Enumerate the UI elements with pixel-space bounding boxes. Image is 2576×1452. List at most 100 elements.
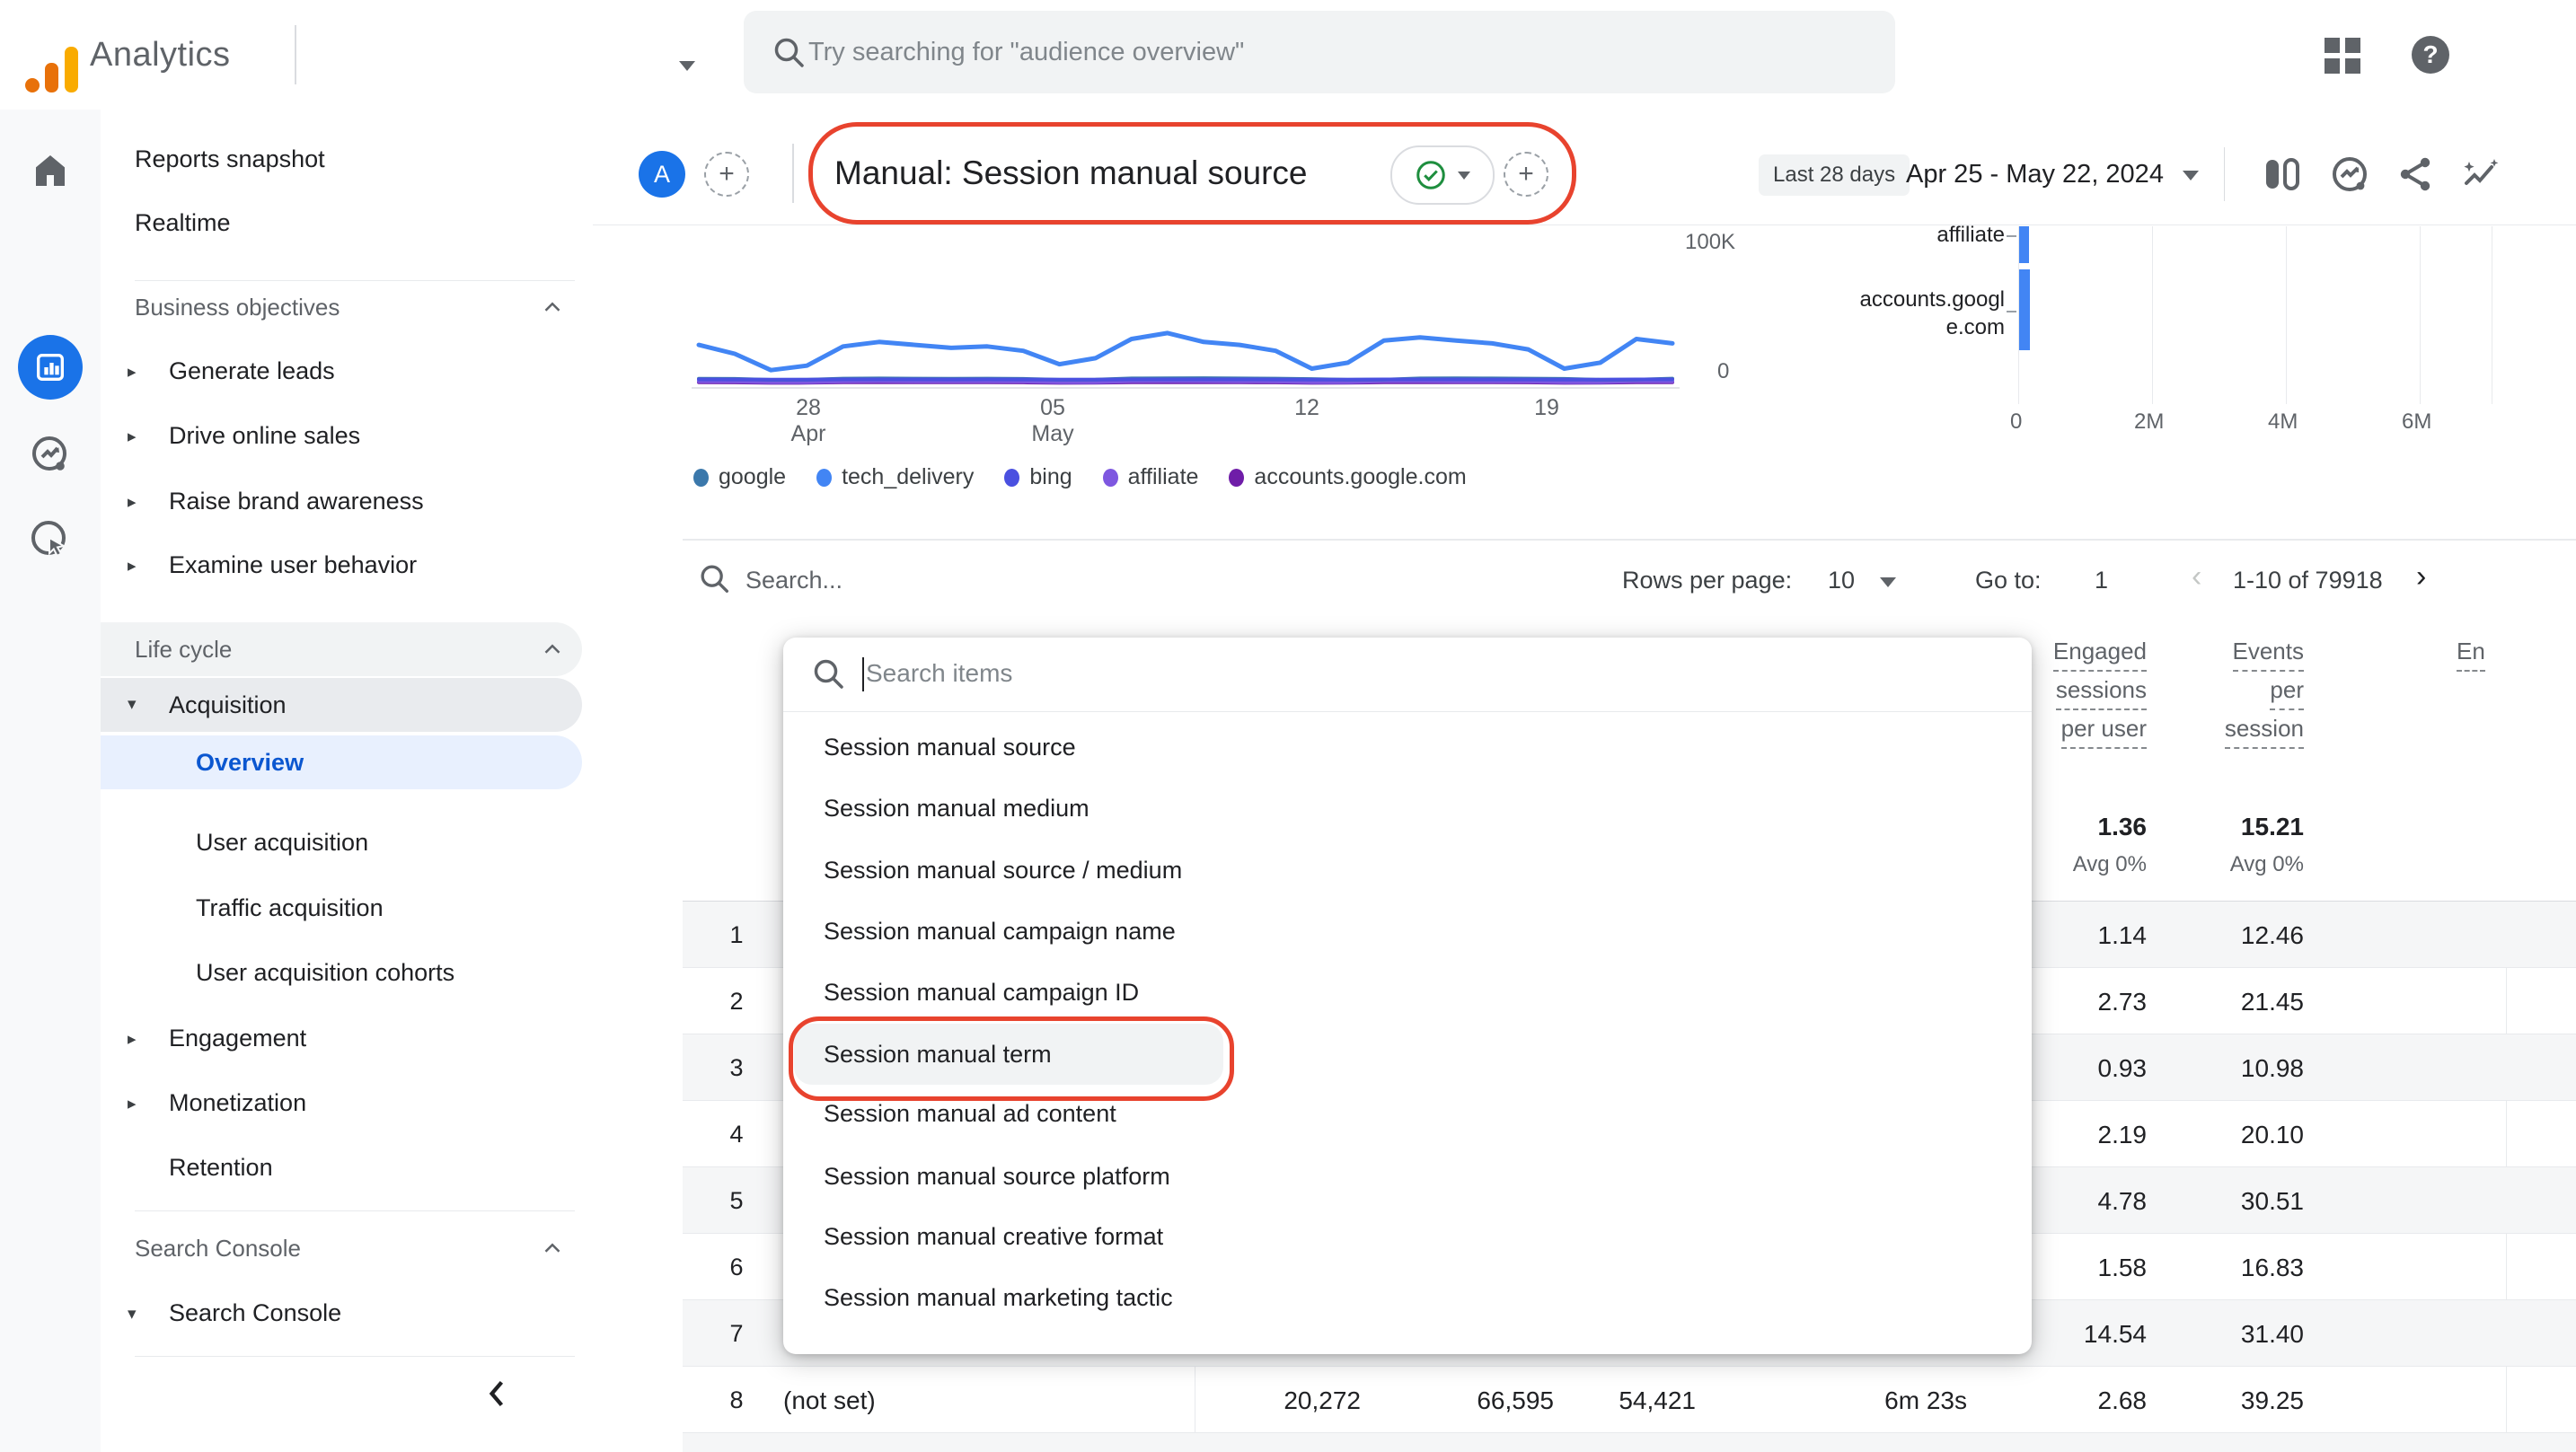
y-axis-label-zero: 0	[1717, 359, 1729, 384]
dimension-dropdown: Search items Session manual source Sessi…	[783, 638, 2032, 1354]
column-header-events-per-session[interactable]: Events per session	[2124, 633, 2304, 749]
collapse-sidebar-icon[interactable]	[482, 1377, 511, 1410]
dropdown-search-placeholder: Search items	[866, 659, 1012, 688]
column-header-clipped[interactable]: En	[2457, 633, 2494, 672]
sidebar-item-user-acquisition-cohorts[interactable]: User acquisition cohorts	[196, 959, 454, 987]
totals-events: 15.21 Avg 0%	[2124, 813, 2304, 877]
date-range-selector[interactable]: Apr 25 - May 22, 2024	[1906, 160, 2164, 189]
comparison-icon[interactable]	[2260, 153, 2303, 196]
chevron-up-icon[interactable]	[539, 1235, 566, 1262]
table-search-input[interactable]: Search...	[745, 567, 842, 594]
dropdown-item[interactable]: Session manual marketing tactic	[783, 1267, 2032, 1328]
add-metric-icon[interactable]: +	[1504, 152, 1548, 197]
sidebar-item-raise-brand-awareness[interactable]: Raise brand awareness	[169, 488, 424, 515]
sidebar-item-examine-user-behavior[interactable]: Examine user behavior	[169, 551, 417, 579]
nav-rail: ⚙	[0, 110, 101, 1452]
expand-arrow-icon[interactable]: ▸	[128, 1029, 137, 1050]
brand-title: Analytics	[90, 36, 231, 75]
legend-item: bing	[1004, 464, 1072, 490]
sidebar-section-life-cycle[interactable]: Life cycle	[101, 622, 582, 676]
sidebar-item-user-acquisition[interactable]: User acquisition	[196, 829, 368, 857]
bar-category-label: affiliate	[1807, 221, 2005, 249]
dropdown-item[interactable]: Session manual campaign ID	[783, 962, 2032, 1023]
report-title[interactable]: Manual: Session manual source	[834, 154, 1308, 192]
sidebar-item-overview-selected[interactable]: Overview	[101, 735, 582, 789]
dropdown-item[interactable]: Session manual ad content	[783, 1083, 2032, 1144]
sidebar-divider	[135, 1210, 575, 1211]
sidebar-item-acquisition[interactable]: ▾ Acquisition	[101, 678, 582, 732]
x-tick: 05May	[1012, 395, 1093, 447]
explore-icon[interactable]	[29, 433, 72, 476]
expand-arrow-icon[interactable]: ▸	[128, 492, 137, 513]
prev-page-icon[interactable]: ‹	[2192, 559, 2201, 594]
sidebar-item-search-console[interactable]: Search Console	[169, 1299, 341, 1327]
dropdown-item[interactable]: Session manual source platform	[783, 1146, 2032, 1207]
sidebar-nav: Reports snapshot Realtime Business objec…	[101, 110, 593, 1452]
sparkline-icon[interactable]	[2459, 153, 2502, 196]
search-icon	[771, 34, 808, 72]
expand-arrow-icon[interactable]: ▸	[128, 427, 137, 447]
legend-item: tech_delivery	[816, 464, 974, 490]
sidebar-item-drive-online-sales[interactable]: Drive online sales	[169, 422, 360, 450]
bar-gridline	[2420, 226, 2421, 404]
sidebar-item-reports-snapshot[interactable]: Reports snapshot	[135, 145, 325, 173]
next-page-icon[interactable]: ›	[2416, 559, 2426, 594]
sidebar-item-retention[interactable]: Retention	[169, 1154, 273, 1182]
goto-label: Go to:	[1975, 567, 2042, 594]
home-icon[interactable]	[29, 149, 72, 192]
table-controls: Search... Rows per page: 10 Go to: 1 ‹ 1…	[683, 540, 2576, 626]
sidebar-item-traffic-acquisition[interactable]: Traffic acquisition	[196, 894, 384, 922]
bar-x-tick: 4M	[2268, 409, 2298, 435]
dimension-valid-pill[interactable]	[1390, 145, 1495, 205]
expand-arrow-icon[interactable]: ▸	[128, 362, 137, 383]
x-tick: 28Apr	[768, 395, 849, 447]
goto-page-input[interactable]: 1	[2095, 567, 2108, 594]
table-search-icon[interactable]	[697, 561, 733, 597]
google-apps-grid-icon[interactable]	[2325, 38, 2360, 74]
expand-arrow-icon[interactable]: ▸	[128, 1094, 137, 1114]
dropdown-item[interactable]: Session manual creative format	[783, 1206, 2032, 1267]
add-comparison-icon[interactable]: +	[704, 152, 749, 197]
avatar[interactable]: A	[639, 151, 685, 198]
reports-nav-active[interactable]	[18, 335, 83, 400]
bar-tick	[2007, 311, 2016, 312]
dropdown-item[interactable]: Session manual medium	[783, 778, 2032, 839]
report-header: A + Manual: Session manual source + Last…	[593, 110, 2576, 225]
sidebar-item-realtime[interactable]: Realtime	[135, 209, 231, 237]
sidebar-section-business-objectives[interactable]: Business objectives	[135, 294, 340, 321]
chevron-down-icon[interactable]	[1880, 577, 1896, 587]
help-icon[interactable]: ?	[2412, 36, 2449, 74]
dropdown-item[interactable]: Session manual campaign name	[783, 901, 2032, 962]
dropdown-item[interactable]: Session manual source / medium	[783, 840, 2032, 901]
table-row[interactable]: 8 (not set) 20,272 66,595 54,421 6m 23s …	[683, 1367, 2576, 1433]
rows-per-page-select[interactable]: 10	[1828, 567, 1855, 594]
dropdown-item[interactable]: Session manual source	[783, 717, 2032, 778]
bar-gridline	[2286, 226, 2287, 404]
dropdown-search-field[interactable]: Search items	[783, 638, 2032, 712]
share-icon[interactable]	[2395, 153, 2438, 196]
dropdown-item-highlighted[interactable]: Session manual term	[783, 1024, 2032, 1085]
sidebar-section-search-console[interactable]: Search Console	[135, 1235, 301, 1263]
sidebar-item-generate-leads[interactable]: Generate leads	[169, 357, 335, 385]
chevron-up-icon[interactable]	[539, 294, 566, 321]
global-search-input[interactable]: Try searching for "audience overview"	[744, 11, 1895, 93]
search-icon	[810, 656, 848, 693]
sidebar-item-engagement[interactable]: Engagement	[169, 1025, 306, 1052]
collapse-arrow-icon: ▾	[128, 694, 137, 715]
dimension-cell: (not set)	[783, 1386, 876, 1415]
reports-icon	[32, 349, 68, 385]
text-cursor	[862, 657, 864, 691]
collapse-arrow-icon[interactable]: ▾	[128, 1304, 137, 1324]
bar-x-tick: 6M	[2402, 409, 2431, 435]
insights-circle-icon[interactable]	[2328, 153, 2371, 196]
legend-item: affiliate	[1103, 464, 1199, 490]
bar-affiliate	[2019, 226, 2029, 263]
x-tick: 12	[1266, 395, 1347, 421]
expand-arrow-icon[interactable]: ▸	[128, 556, 137, 576]
property-selector-caret-icon[interactable]	[679, 61, 695, 71]
legend-item: google	[693, 464, 786, 490]
advertising-icon[interactable]	[29, 518, 72, 561]
bar-tick	[2007, 235, 2016, 237]
sidebar-item-monetization[interactable]: Monetization	[169, 1089, 306, 1117]
chevron-down-icon	[2183, 171, 2199, 180]
